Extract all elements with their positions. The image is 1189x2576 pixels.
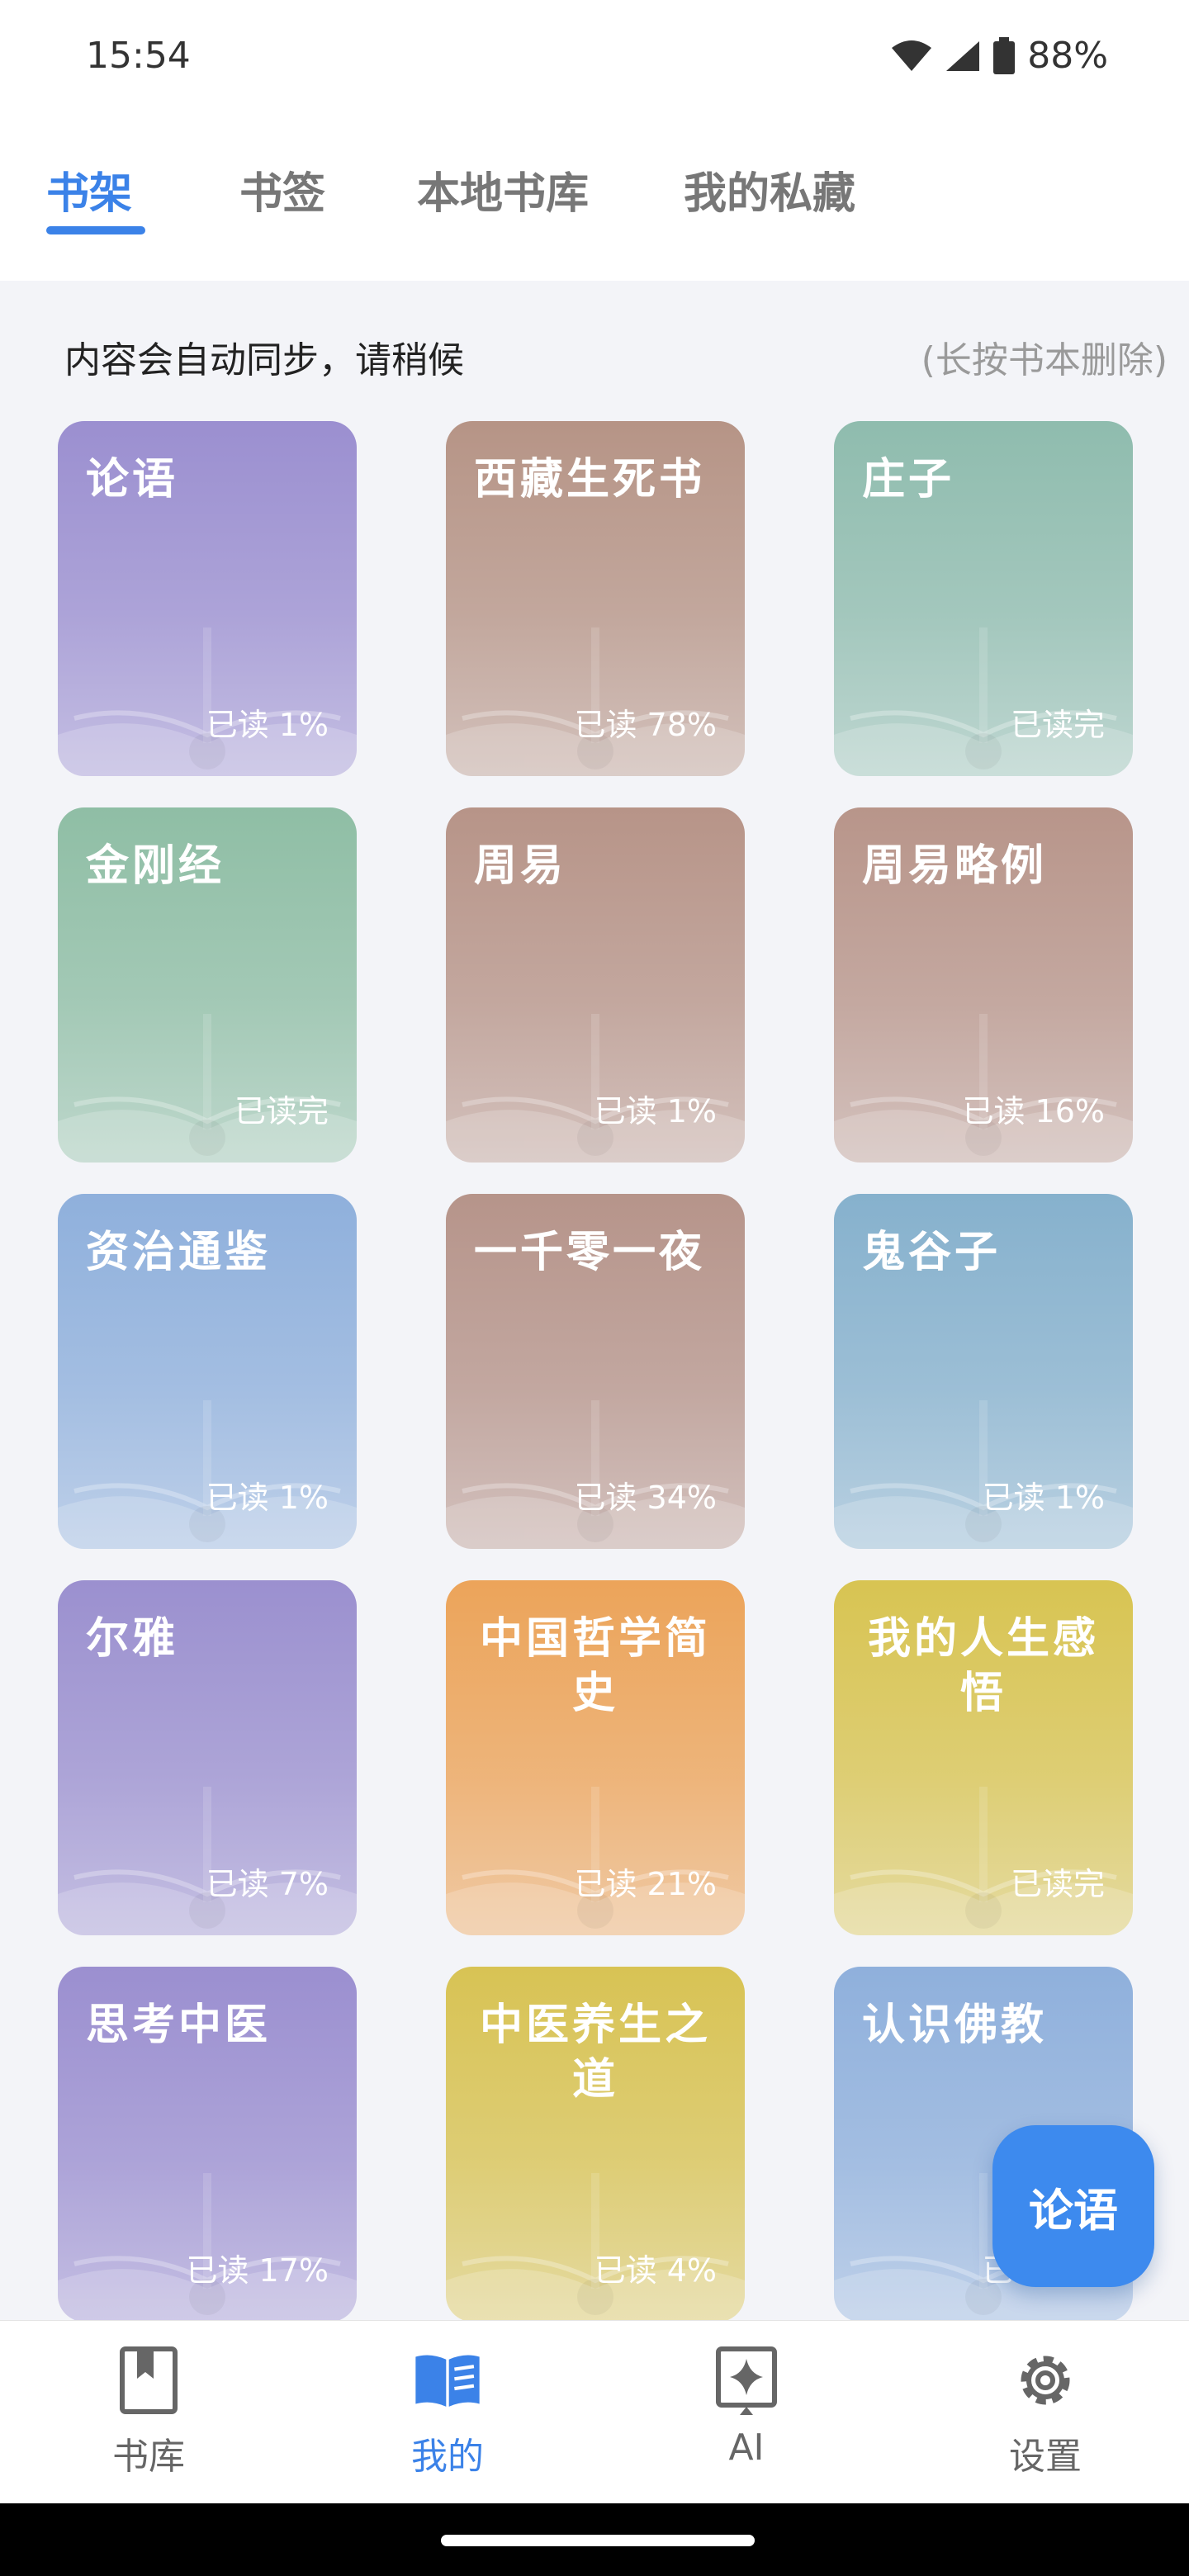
open-book-watermark-icon bbox=[58, 2173, 357, 2322]
book-card[interactable]: 论语已读 1% bbox=[58, 421, 357, 776]
book-card[interactable]: 周易已读 1% bbox=[446, 807, 745, 1163]
open-book-watermark-icon bbox=[58, 1014, 357, 1163]
open-book-watermark-icon bbox=[446, 627, 745, 776]
book-card[interactable]: 尔雅已读 7% bbox=[58, 1580, 357, 1935]
open-book-watermark-icon bbox=[446, 1400, 745, 1549]
book-progress: 已读完 bbox=[1010, 707, 1105, 743]
open-book-watermark-icon bbox=[834, 1787, 1133, 1935]
nav-library-label: 书库 bbox=[112, 2436, 185, 2478]
nav-ai-label: AI bbox=[728, 2427, 765, 2469]
tab-bookmarks[interactable]: 书签 bbox=[239, 159, 325, 220]
book-card[interactable]: 鬼谷子已读 1% bbox=[834, 1194, 1133, 1549]
open-book-watermark-icon bbox=[446, 1787, 745, 1935]
book-progress: 已读 17% bbox=[186, 2252, 329, 2289]
open-book-watermark-icon bbox=[446, 2173, 745, 2322]
book-card[interactable]: 金刚经已读完 bbox=[58, 807, 357, 1163]
book-title: 鬼谷子 bbox=[862, 1228, 1002, 1277]
book-title: 西藏生死书 bbox=[474, 455, 706, 504]
open-book-icon bbox=[415, 2355, 480, 2407]
open-book-watermark-icon bbox=[834, 627, 1133, 776]
continue-reading-button[interactable]: 论语 bbox=[992, 2125, 1154, 2287]
status-icons: 88% bbox=[890, 35, 1108, 77]
open-book-watermark-icon bbox=[834, 1014, 1133, 1163]
delete-hint: (长按书本删除) bbox=[921, 339, 1168, 381]
active-tab-indicator bbox=[46, 226, 145, 234]
book-progress: 已读 78% bbox=[574, 707, 717, 743]
book-progress: 已读 1% bbox=[594, 1093, 717, 1129]
top-tabs: 书架 书签 本地书库 我的私藏 bbox=[0, 116, 1189, 281]
book-title: 尔雅 bbox=[86, 1614, 179, 1664]
tab-bookshelf[interactable]: 书架 bbox=[46, 159, 132, 220]
book-card[interactable]: 思考中医已读 17% bbox=[58, 1967, 357, 2322]
book-progress: 已读 34% bbox=[574, 1480, 717, 1516]
nav-mine-label: 我的 bbox=[411, 2436, 484, 2478]
book-title: 周易 bbox=[474, 841, 567, 891]
nav-library[interactable]: 书库 bbox=[66, 2346, 231, 2479]
book-title: 我的人生感悟 bbox=[867, 1614, 1099, 1718]
nav-mine[interactable]: 我的 bbox=[365, 2346, 530, 2479]
book-card[interactable]: 一千零一夜已读 34% bbox=[446, 1194, 745, 1549]
book-progress: 已读 21% bbox=[574, 1866, 717, 1902]
book-title: 论语 bbox=[86, 455, 179, 504]
book-card[interactable]: 西藏生死书已读 78% bbox=[446, 421, 745, 776]
home-indicator[interactable] bbox=[441, 2535, 755, 2546]
book-card[interactable]: 资治通鉴已读 1% bbox=[58, 1194, 357, 1549]
book-progress: 已读完 bbox=[1010, 1866, 1105, 1902]
book-progress: 已读 1% bbox=[206, 1480, 329, 1516]
gesture-bar bbox=[0, 2503, 1189, 2576]
book-progress: 已读 7% bbox=[206, 1866, 329, 1902]
open-book-watermark-icon bbox=[58, 1787, 357, 1935]
book-title: 金刚经 bbox=[86, 841, 225, 891]
ai-sparkle-icon bbox=[716, 2346, 777, 2415]
book-progress: 已读 16% bbox=[962, 1093, 1105, 1129]
book-title: 认识佛教 bbox=[862, 2001, 1048, 2050]
open-book-watermark-icon bbox=[446, 1014, 745, 1163]
sync-notice: 内容会自动同步，请稍候 bbox=[64, 339, 464, 381]
book-progress: 已读完 bbox=[234, 1093, 329, 1129]
book-progress: 已读 1% bbox=[982, 1480, 1105, 1516]
nav-settings-label: 设置 bbox=[1009, 2436, 1082, 2478]
book-title: 周易略例 bbox=[862, 841, 1048, 891]
nav-ai[interactable]: AI bbox=[664, 2346, 829, 2469]
open-book-watermark-icon bbox=[834, 1400, 1133, 1549]
book-progress: 已读 4% bbox=[594, 2252, 717, 2289]
gear-icon bbox=[1021, 2356, 1070, 2405]
battery-percent: 88% bbox=[1027, 35, 1108, 77]
book-title: 一千零一夜 bbox=[474, 1228, 706, 1277]
tab-private-collection[interactable]: 我的私藏 bbox=[684, 159, 855, 220]
status-bar: 15:54 88% bbox=[0, 0, 1189, 116]
book-title: 资治通鉴 bbox=[86, 1228, 272, 1277]
book-card[interactable]: 周易略例已读 16% bbox=[834, 807, 1133, 1163]
book-title: 思考中医 bbox=[86, 2001, 272, 2050]
book-card[interactable]: 庄子已读完 bbox=[834, 421, 1133, 776]
book-progress: 已读 1% bbox=[206, 707, 329, 743]
book-card[interactable]: 中医养生之道已读 4% bbox=[446, 1967, 745, 2322]
book-card[interactable]: 我的人生感悟已读完 bbox=[834, 1580, 1133, 1935]
open-book-watermark-icon bbox=[58, 1400, 357, 1549]
signal-icon bbox=[946, 40, 980, 71]
book-title: 庄子 bbox=[862, 455, 955, 504]
bookmark-book-icon bbox=[120, 2346, 178, 2414]
battery-icon bbox=[993, 36, 1016, 74]
book-card[interactable]: 中国哲学简史已读 21% bbox=[446, 1580, 745, 1935]
bottom-nav: 书库 我的 AI 设置 bbox=[0, 2320, 1189, 2504]
book-title: 中国哲学简史 bbox=[479, 1614, 711, 1718]
status-time: 15:54 bbox=[86, 35, 191, 77]
tab-local-library[interactable]: 本地书库 bbox=[417, 159, 589, 220]
nav-settings[interactable]: 设置 bbox=[963, 2346, 1128, 2479]
book-title: 中医养生之道 bbox=[479, 2001, 711, 2105]
open-book-watermark-icon bbox=[58, 627, 357, 776]
wifi-icon bbox=[892, 40, 932, 71]
